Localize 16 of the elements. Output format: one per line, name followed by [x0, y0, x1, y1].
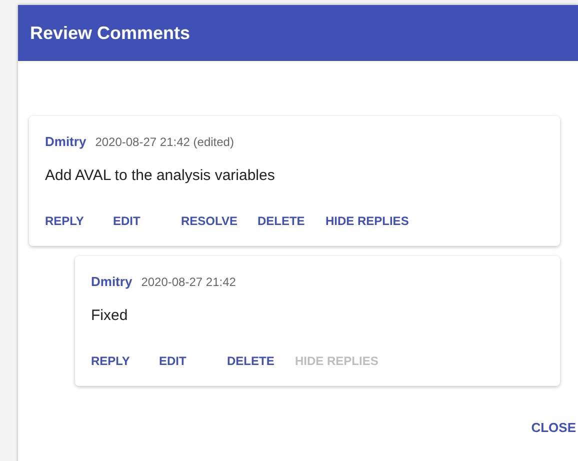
action-button[interactable]: EDIT: [105, 208, 169, 234]
author-name: Dmitry: [91, 274, 132, 289]
comment-text: Add AVAL to the analysis variables: [45, 167, 276, 184]
action-button[interactable]: DELETE: [249, 208, 314, 234]
action-button[interactable]: REPLY: [37, 208, 101, 234]
action-button[interactable]: REPLY: [83, 348, 147, 374]
author-name: Dmitry: [45, 134, 86, 149]
close-button[interactable]: CLOSE: [531, 416, 576, 439]
comment-text: Fixed: [91, 307, 129, 324]
comment-timestamp: 2020-08-27 21:42: [141, 275, 236, 289]
action-button[interactable]: RESOLVE: [173, 208, 246, 234]
comment-timestamp: 2020-08-27 21:42 (edited): [95, 135, 234, 149]
dialog-title: Review Comments: [30, 22, 190, 44]
action-button[interactable]: HIDE REPLIES: [317, 208, 417, 234]
action-button[interactable]: DELETE: [219, 348, 283, 374]
action-button[interactable]: EDIT: [151, 348, 215, 374]
